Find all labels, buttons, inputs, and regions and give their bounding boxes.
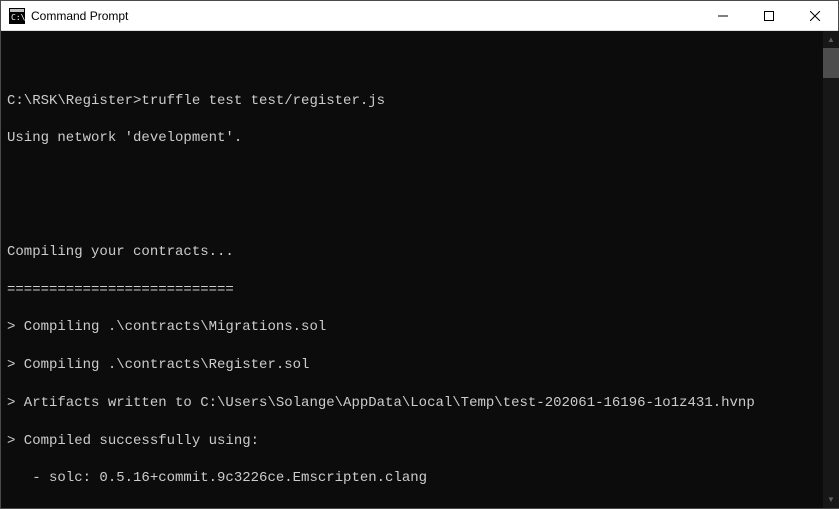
terminal-line: Compiling your contracts...: [7, 243, 838, 262]
terminal-line: Using network 'development'.: [7, 129, 838, 148]
terminal-line: > Compiling .\contracts\Migrations.sol: [7, 318, 838, 337]
terminal-line: > Compiled successfully using:: [7, 432, 838, 451]
terminal-line: [7, 54, 838, 73]
command-prompt-icon: C:\: [9, 8, 25, 24]
maximize-button[interactable]: [746, 1, 792, 31]
minimize-button[interactable]: [700, 1, 746, 31]
terminal-line: ===========================: [7, 281, 838, 300]
window-titlebar: C:\ Command Prompt: [1, 1, 838, 31]
terminal-line: C:\RSK\Register>truffle test test/regist…: [7, 92, 838, 111]
scrollbar[interactable]: ▲ ▼: [823, 31, 839, 508]
terminal-line: > Compiling .\contracts\Register.sol: [7, 356, 838, 375]
terminal-output[interactable]: C:\RSK\Register>truffle test test/regist…: [1, 31, 838, 508]
prompt-path: C:\RSK\Register>: [7, 93, 141, 109]
command-text: truffle test test/register.js: [141, 93, 385, 109]
terminal-line: - solc: 0.5.16+commit.9c3226ce.Emscripte…: [7, 469, 838, 488]
window-title: Command Prompt: [31, 9, 700, 23]
scroll-down-icon[interactable]: ▼: [823, 491, 839, 508]
terminal-line: [7, 205, 838, 224]
terminal-line: > Artifacts written to C:\Users\Solange\…: [7, 394, 838, 413]
svg-text:C:\: C:\: [11, 13, 25, 22]
terminal-line: [7, 507, 838, 508]
window-controls: [700, 1, 838, 30]
close-button[interactable]: [792, 1, 838, 31]
scroll-up-icon[interactable]: ▲: [823, 31, 839, 48]
scrollbar-thumb[interactable]: [823, 48, 839, 78]
terminal-line: [7, 167, 838, 186]
